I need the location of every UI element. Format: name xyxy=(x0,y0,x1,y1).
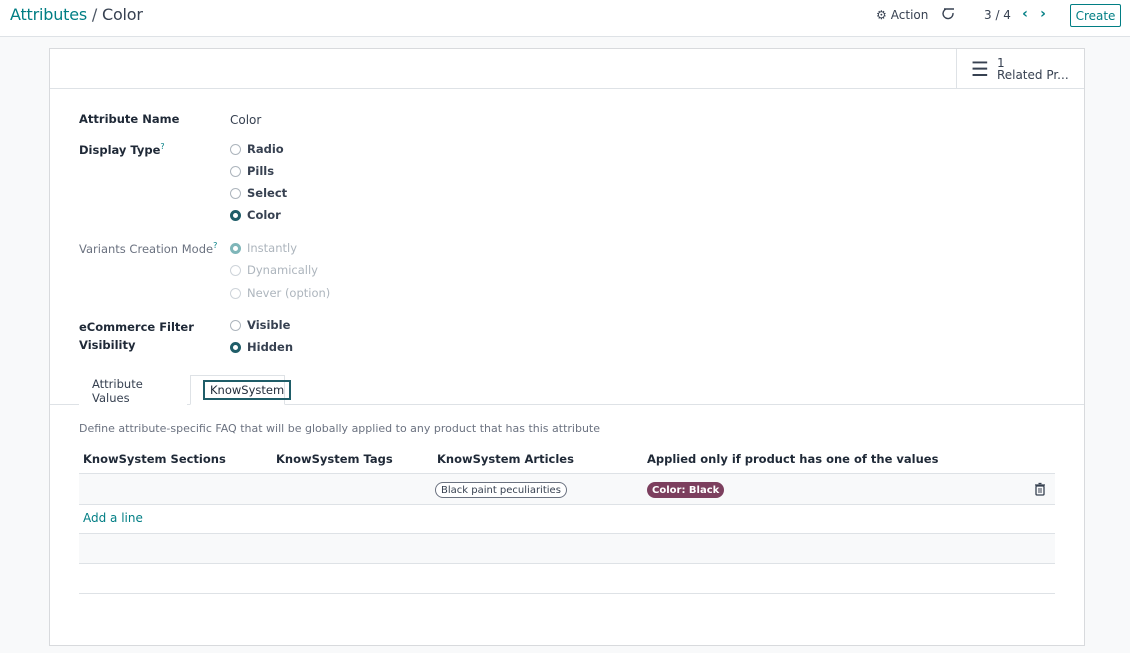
related-products-label: Related Pr... xyxy=(996,68,1069,82)
control-panel: Attributes / Color ⚙ Action 3 / 4 ‹ › Cr… xyxy=(0,0,1130,37)
radio-checked-icon xyxy=(230,209,241,221)
ecommerce-filter-visibility-label: eCommerce Filter Visibility xyxy=(79,320,194,352)
table-row-border xyxy=(79,593,1055,594)
tab-label: Attribute Values xyxy=(92,376,143,405)
radio-label: Never (option) xyxy=(247,286,331,300)
table-row-border xyxy=(79,504,1055,505)
tab-attribute-values[interactable]: Attribute Values xyxy=(79,375,187,405)
action-button[interactable]: ⚙ Action xyxy=(876,8,928,22)
knowsystem-description: Define attribute-specific FAQ that will … xyxy=(79,422,601,435)
variants-mode-radio: Dynamically xyxy=(230,263,318,277)
help-tooltip-icon[interactable]: ? xyxy=(213,241,217,250)
breadcrumb-parent-link[interactable]: Attributes xyxy=(10,5,87,24)
column-header-sections[interactable]: KnowSystem Sections xyxy=(83,452,226,466)
radio-label: Dynamically xyxy=(247,263,318,277)
variants-mode-radio: Instantly xyxy=(230,241,297,255)
article-tag[interactable]: Black paint peculiarities xyxy=(435,482,567,498)
table-row-border xyxy=(79,563,1055,564)
column-header-applied-values[interactable]: Applied only if product has one of the v… xyxy=(647,452,938,466)
breadcrumb: Attributes / Color xyxy=(10,5,143,24)
column-header-tags[interactable]: KnowSystem Tags xyxy=(276,452,393,466)
attribute-name-label: Attribute Name xyxy=(79,112,180,126)
radio-label: Radio xyxy=(247,142,284,156)
visibility-radio[interactable]: Hidden xyxy=(230,340,293,354)
display-type-radio[interactable]: Color xyxy=(230,208,281,222)
action-label: Action xyxy=(890,8,929,22)
radio-icon xyxy=(230,287,241,299)
radio-icon xyxy=(230,165,241,177)
radio-label: Hidden xyxy=(247,340,294,354)
radio-icon xyxy=(230,264,241,276)
radio-checked-icon xyxy=(230,341,241,353)
value-tag[interactable]: Color: Black xyxy=(647,482,725,498)
variants-creation-mode-label: Variants Creation Mode? xyxy=(79,241,218,256)
column-header-articles[interactable]: KnowSystem Articles xyxy=(437,452,574,466)
button-box: ☰ 1 Related Pr... xyxy=(50,49,1084,89)
trash-icon[interactable] xyxy=(1034,482,1046,496)
breadcrumb-separator: / xyxy=(91,5,98,24)
add-a-line-link[interactable]: Add a line xyxy=(83,511,143,525)
related-products-button[interactable]: ☰ 1 Related Pr... xyxy=(956,49,1084,89)
reset-icon[interactable] xyxy=(941,5,957,23)
attribute-name-field[interactable]: Color xyxy=(230,113,261,127)
visibility-radio[interactable]: Visible xyxy=(230,318,290,332)
radio-icon xyxy=(230,143,241,155)
help-tooltip-icon[interactable]: ? xyxy=(160,142,164,151)
chevron-left-icon[interactable]: ‹ xyxy=(1018,6,1032,22)
radio-label: Select xyxy=(247,186,288,200)
display-type-radio[interactable]: Pills xyxy=(230,164,274,178)
radio-label: Color xyxy=(247,208,281,222)
radio-label: Visible xyxy=(247,318,291,332)
display-type-radio[interactable]: Radio xyxy=(230,142,284,156)
tab-label: KnowSystem xyxy=(203,380,292,400)
radio-checked-icon xyxy=(230,242,241,254)
breadcrumb-current: Color xyxy=(101,5,143,24)
radio-label: Instantly xyxy=(247,241,298,255)
pager-value[interactable]: 3 / 4 xyxy=(984,8,1011,22)
display-type-label: Display Type? xyxy=(79,142,165,157)
radio-icon xyxy=(230,319,241,331)
chevron-right-icon[interactable]: › xyxy=(1036,6,1050,22)
create-button[interactable]: Create xyxy=(1070,4,1121,27)
form-sheet: ☰ 1 Related Pr... Attribute Name Color D… xyxy=(49,48,1085,646)
radio-icon xyxy=(230,187,241,199)
gear-icon: ⚙ xyxy=(876,8,887,22)
display-type-radio[interactable]: Select xyxy=(230,186,287,200)
variants-mode-radio: Never (option) xyxy=(230,286,330,300)
radio-label: Pills xyxy=(247,164,275,178)
empty-row xyxy=(79,534,1055,564)
tab-knowsystem[interactable]: KnowSystem xyxy=(190,375,292,405)
table-row[interactable] xyxy=(79,474,1055,504)
list-icon: ☰ xyxy=(971,57,989,81)
